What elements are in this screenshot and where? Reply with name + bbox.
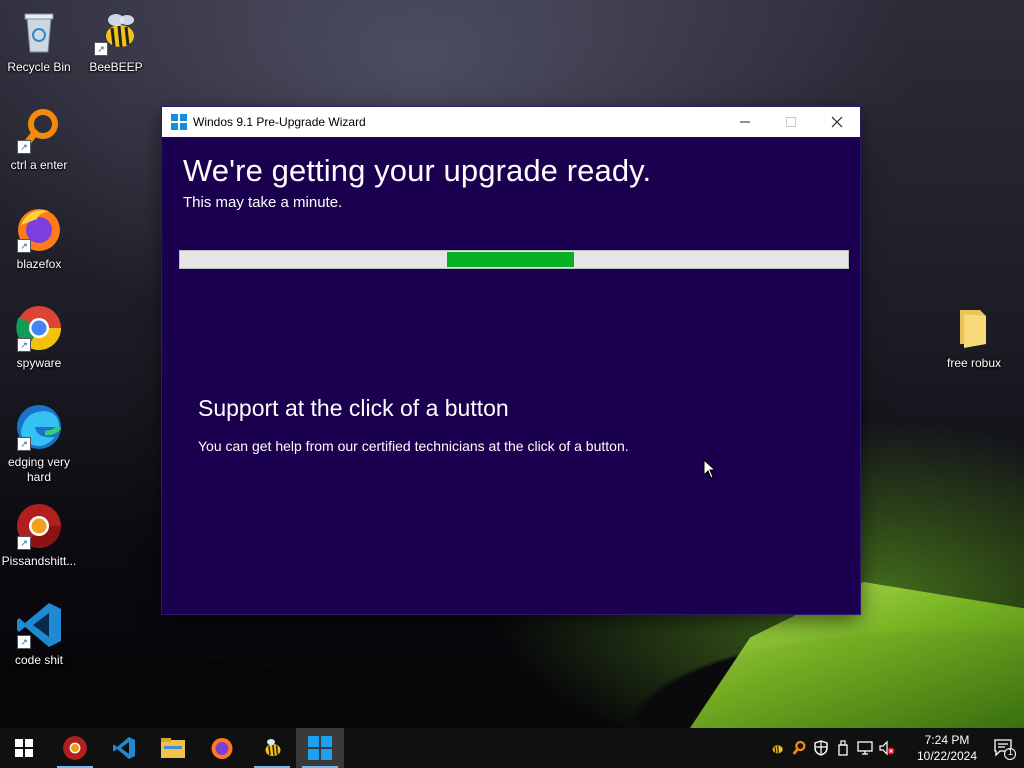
tray-network[interactable] [854,740,876,756]
network-icon [857,741,873,755]
action-center-button[interactable]: 1 [992,736,1016,760]
progress-indicator [447,252,575,267]
shortcut-arrow-icon: ↗ [94,42,108,56]
recycle-bin-icon [15,8,63,56]
desktop-icon-edging-very-hard[interactable]: ↗ edging very hard [0,403,78,485]
taskbar-app-file-explorer[interactable] [149,728,197,768]
desktop-icon-label: ctrl a enter [10,158,68,172]
desktop-icon-label: edging very hard [7,455,71,484]
notification-count: 1 [1007,747,1013,757]
tray-usb[interactable] [832,740,854,756]
taskbar-app-upgrade-wizard[interactable] [296,728,344,768]
tray-beebeep[interactable] [766,740,788,756]
edge-icon: ↗ [15,403,63,451]
taskbar-app-pissandshitt[interactable] [51,728,99,768]
desktop-icon-code-shit[interactable]: ↗ code shit [0,601,78,668]
magnifier-icon: ↗ [15,106,63,154]
mouse-cursor-icon [703,459,717,479]
tray-volume[interactable] [876,740,898,756]
bee-icon: ↗ [92,8,140,56]
tray-search-tool[interactable] [788,740,810,756]
taskbar-app-firefox[interactable] [198,728,246,768]
minimize-icon [740,121,750,123]
windows-start-icon [15,739,33,757]
shortcut-arrow-icon: ↗ [17,635,31,649]
shortcut-arrow-icon: ↗ [17,536,31,550]
file-explorer-icon [161,738,185,758]
desktop-icon-label: Pissandshitt... [1,554,77,568]
window-title: Windos 9.1 Pre-Upgrade Wizard [193,115,366,129]
wizard-heading: We're getting your upgrade ready. [183,153,652,188]
shortcut-arrow-icon: ↗ [17,239,31,253]
start-button[interactable] [0,728,48,768]
upgrade-wizard-window: Windos 9.1 Pre-Upgrade Wizard We're gett… [162,107,860,614]
folder-icon [950,304,998,352]
shortcut-arrow-icon: ↗ [17,140,31,154]
wizard-subheading: This may take a minute. [183,194,343,211]
taskbar-app-vscode[interactable] [100,728,148,768]
bee-icon [772,745,783,754]
chrome-icon: ↗ [15,304,63,352]
close-button[interactable] [814,107,860,137]
shortcut-arrow-icon: ↗ [17,338,31,352]
volume-muted-icon [879,740,895,756]
windows-logo-icon [171,114,187,130]
desktop-icon-label: Recycle Bin [7,60,71,74]
desktop-icon-ctrl-a-enter[interactable]: ↗ ctrl a enter [0,106,78,173]
clock-time: 7:24 PM [924,733,970,747]
desktop-icon-spyware[interactable]: ↗ spyware [0,304,78,371]
tray-security[interactable] [810,740,832,756]
vscode-icon [113,737,135,759]
desktop-icon-label: free robux [946,356,1002,370]
usb-icon [838,740,848,756]
close-icon [831,116,843,128]
support-text: You can get help from our certified tech… [198,438,629,454]
magnifier-icon [792,740,806,755]
desktop-icon-free-robux[interactable]: free robux [935,304,1013,371]
system-tray [766,728,898,768]
maximize-button[interactable] [768,107,814,137]
taskbar-app-beebeep[interactable] [248,728,296,768]
desktop-icon-label: BeeBEEP [89,60,143,74]
wizard-content: We're getting your upgrade ready. This m… [162,137,860,614]
minimize-button[interactable] [722,107,768,137]
support-title: Support at the click of a button [198,395,509,421]
desktop-icon-beebeep[interactable]: ↗ BeeBEEP [77,8,155,75]
taskbar: 7:24 PM 10/22/2024 1 [0,728,1024,768]
firefox-icon [211,738,233,759]
maximize-icon [786,117,796,127]
shortcut-arrow-icon: ↗ [17,437,31,451]
desktop-icon-label: code shit [14,653,64,667]
desktop-icon-blazefox[interactable]: ↗ blazefox [0,205,78,272]
vscode-icon: ↗ [15,601,63,649]
firefox-icon: ↗ [15,205,63,253]
desktop-icon-label: blazefox [16,257,62,271]
window-titlebar[interactable]: Windos 9.1 Pre-Upgrade Wizard [162,107,860,137]
windows-logo-icon [308,736,332,760]
bee-icon [265,739,281,756]
desktop-icon-recycle-bin[interactable]: Recycle Bin [0,8,78,75]
desktop-icon-label: spyware [16,356,62,370]
shield-icon [814,740,828,756]
upgrade-progress-bar [179,250,849,269]
chrome-red-icon [63,736,87,760]
taskbar-clock[interactable]: 7:24 PM 10/22/2024 [910,732,984,764]
desktop-icon-pissandshitt[interactable]: ↗ Pissandshitt... [0,502,78,569]
clock-date: 10/22/2024 [916,749,978,763]
chrome-red-icon: ↗ [15,502,63,550]
